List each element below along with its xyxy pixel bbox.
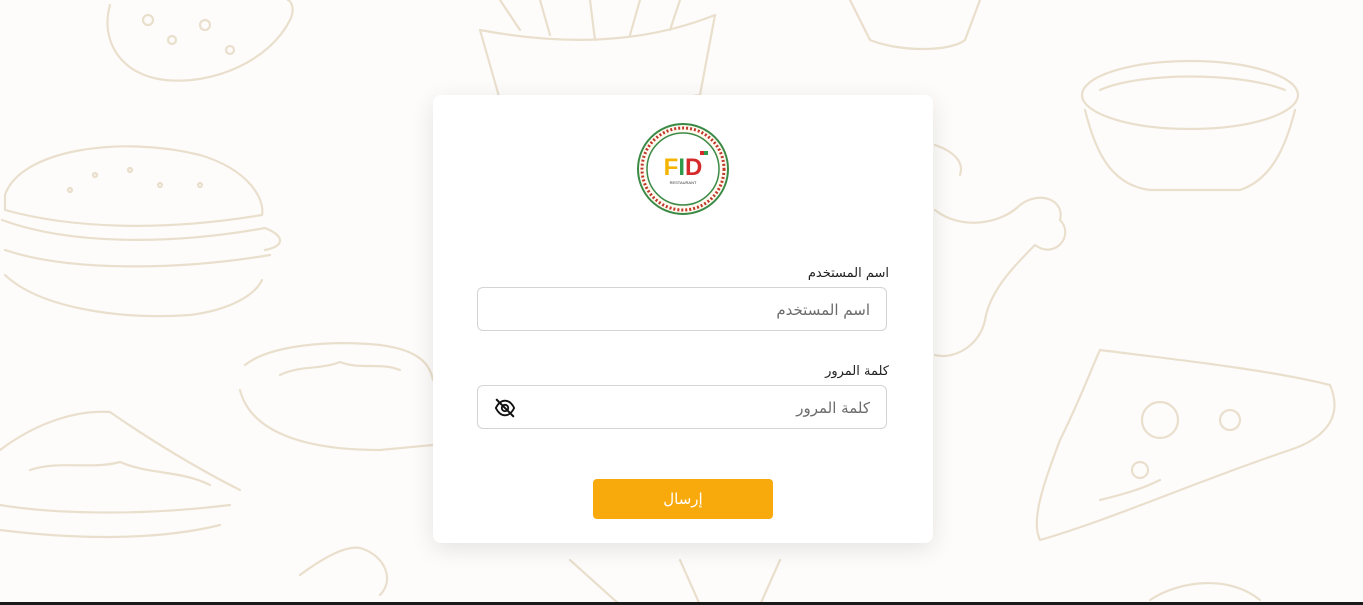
logo-subtext: RESTAURANT xyxy=(670,180,697,185)
login-card: FID RESTAURANT اسم المستخدم كلمة المرور … xyxy=(433,95,933,543)
svg-text:FID: FID xyxy=(664,154,703,181)
submit-button[interactable]: إرسال xyxy=(593,479,773,519)
username-field-container xyxy=(477,287,887,332)
eye-slash-icon[interactable] xyxy=(494,397,516,419)
username-input[interactable] xyxy=(492,288,872,332)
password-field-container xyxy=(477,385,887,430)
fid-logo: FID RESTAURANT xyxy=(637,123,729,215)
password-label: كلمة المرور xyxy=(825,364,889,379)
username-label: اسم المستخدم xyxy=(807,266,889,281)
password-input[interactable] xyxy=(528,386,872,430)
